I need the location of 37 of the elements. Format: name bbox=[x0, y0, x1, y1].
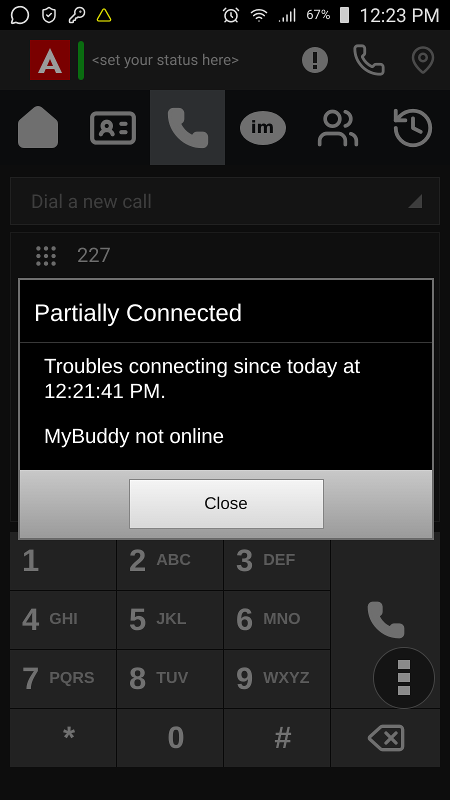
phone-icon bbox=[166, 106, 210, 150]
tab[interactable] bbox=[150, 90, 225, 165]
more-icon bbox=[398, 660, 410, 696]
dial-key[interactable]: # bbox=[224, 709, 330, 767]
triangle-icon bbox=[96, 7, 112, 23]
chat-app-icon bbox=[10, 5, 30, 25]
dialog-message: MyBuddy not online bbox=[44, 425, 226, 450]
key-icon bbox=[68, 6, 86, 24]
recent-number[interactable]: 227 bbox=[77, 243, 111, 267]
phone-icon bbox=[366, 600, 406, 640]
dial-key[interactable]: 4 GHI bbox=[10, 591, 116, 649]
dial-key[interactable]: 8 TUV bbox=[117, 650, 223, 708]
dialog-title: Partially Connected bbox=[20, 280, 432, 343]
dialog-message: Troubles connecting since today at 12:21:41 PM. bbox=[44, 355, 362, 404]
alarm-icon bbox=[222, 6, 240, 24]
app-logo bbox=[30, 40, 70, 80]
battery-percent: 67% bbox=[306, 8, 330, 22]
phone-signal-icon[interactable] bbox=[352, 43, 386, 77]
close-button[interactable]: Close bbox=[128, 478, 324, 529]
dial-key[interactable]: * bbox=[10, 709, 116, 767]
wifi-icon bbox=[250, 6, 268, 24]
clock-time: 12:23 PM bbox=[359, 4, 440, 26]
dial-key[interactable]: 5 JKL bbox=[117, 591, 223, 649]
alert-icon[interactable] bbox=[300, 45, 330, 75]
dropdown-caret-icon bbox=[408, 194, 422, 208]
battery-icon bbox=[340, 7, 350, 23]
chat-bubble-icon: im bbox=[240, 110, 286, 144]
shield-icon bbox=[40, 6, 58, 24]
signal-icon bbox=[278, 6, 296, 24]
tab[interactable]: im bbox=[225, 90, 300, 165]
presence-indicator bbox=[78, 40, 84, 80]
status-message-field[interactable]: <set your status here> bbox=[92, 51, 292, 69]
dial-key[interactable]: 9 WXYZ bbox=[224, 650, 330, 708]
dial-key[interactable]: 7 PQRS bbox=[10, 650, 116, 708]
backspace-button[interactable] bbox=[331, 709, 440, 767]
dial-key[interactable]: 0 bbox=[117, 709, 223, 767]
dial-key[interactable]: 6 MNO bbox=[224, 591, 330, 649]
